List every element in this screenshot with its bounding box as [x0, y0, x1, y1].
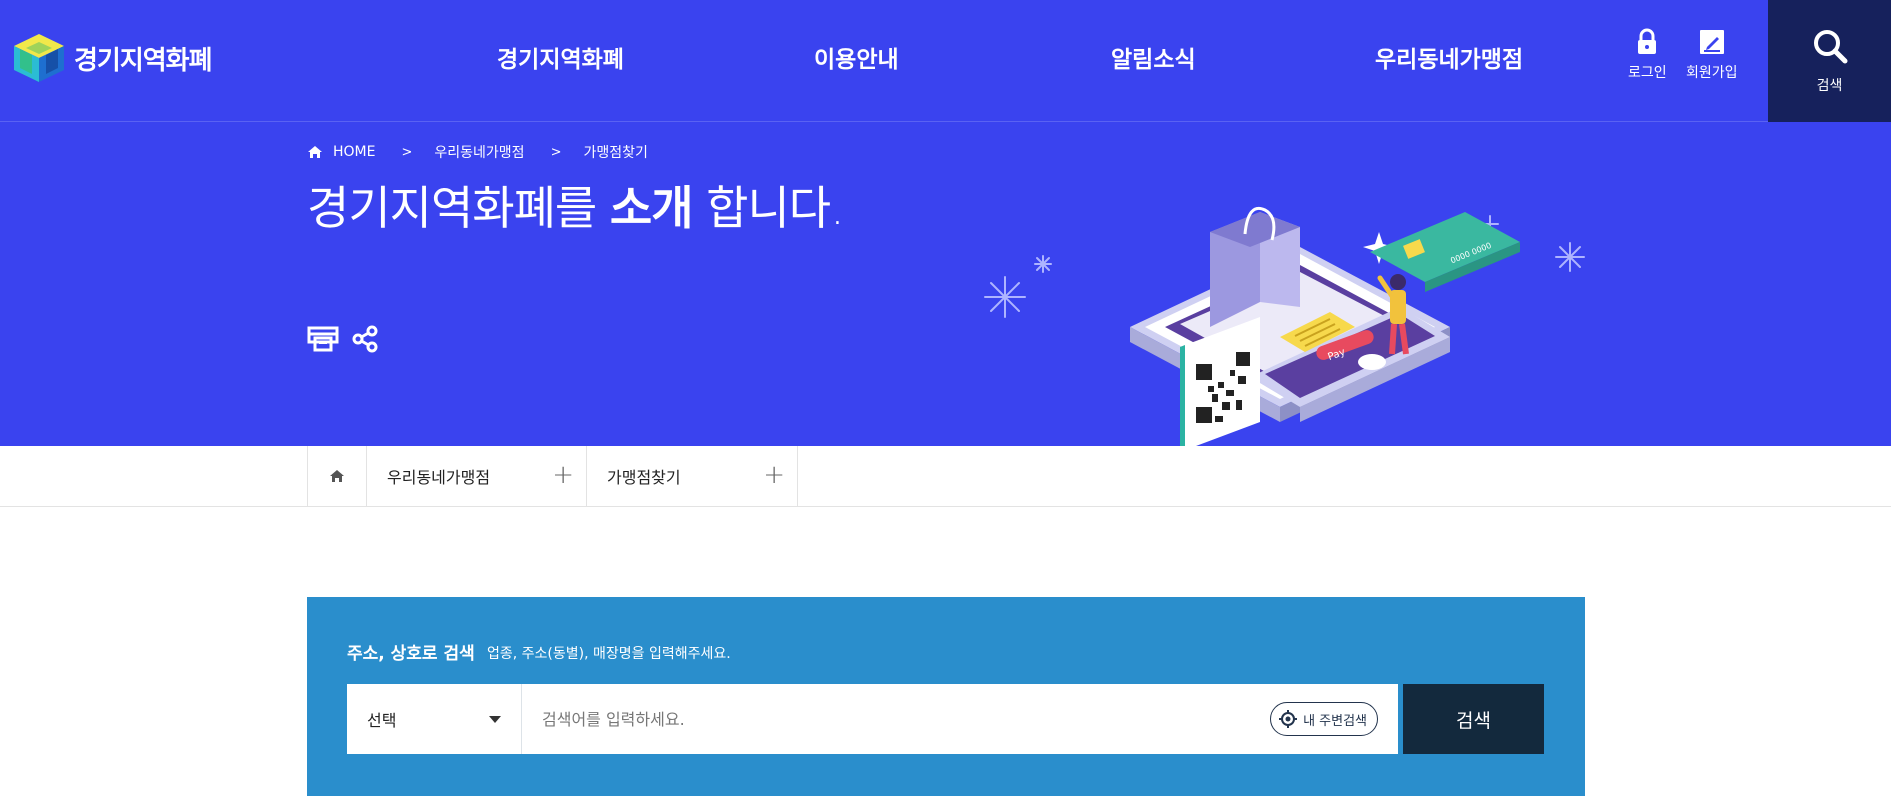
search-submit-button[interactable]: 검색	[1403, 684, 1544, 754]
page-title-bold: 소개	[609, 181, 694, 235]
search-icon	[1813, 30, 1847, 64]
subnav-home-button[interactable]	[307, 446, 367, 506]
lock-icon	[1638, 28, 1657, 54]
subnav-dropdown-page[interactable]: 가맹점찾기 +	[587, 446, 798, 506]
location-icon	[1279, 710, 1298, 728]
site-header: 경기지역화폐 경기지역화폐 이용안내 알림소식 우리동네가맹점 로그인 회원가입…	[0, 0, 1891, 122]
login-link[interactable]: 로그인	[1628, 28, 1667, 82]
nearby-search-label: 내 주변검색	[1303, 713, 1367, 729]
search-description: 업종, 주소(동별), 매장명을 입력해주세요.	[487, 646, 731, 662]
store-search-panel: 주소, 상호로 검색 업종, 주소(동별), 매장명을 입력해주세요. 선택 내…	[307, 597, 1585, 796]
share-button[interactable]	[351, 324, 379, 358]
gnb-item-guide[interactable]: 이용안내	[814, 40, 899, 74]
print-icon	[307, 326, 339, 352]
header-search-label: 검색	[1816, 78, 1843, 94]
gnb-item-currency[interactable]: 경기지역화폐	[497, 40, 624, 74]
search-input-container: 내 주변검색	[522, 684, 1398, 754]
gnb-item-stores[interactable]: 우리동네가맹점	[1375, 40, 1523, 74]
print-button[interactable]	[307, 324, 339, 358]
plus-icon: +	[763, 460, 785, 490]
breadcrumb: HOME > 우리동네가맹점 > 가맹점찾기	[307, 142, 648, 162]
home-icon	[330, 470, 344, 482]
subnav-dropdown-category[interactable]: 우리동네가맹점 +	[367, 446, 587, 506]
site-logo[interactable]: 경기지역화폐	[12, 32, 213, 84]
subnav-dropdown-label: 우리동네가맹점	[387, 468, 491, 487]
search-input[interactable]	[522, 684, 1222, 754]
logo-text: 경기지역화폐	[74, 45, 213, 76]
breadcrumb-level1[interactable]: 우리동네가맹점	[434, 142, 524, 162]
mobile-payment-illustration: Pay 0000 0000	[984, 207, 1585, 446]
search-select-value: 선택	[367, 711, 397, 730]
hero-banner: HOME > 우리동네가맹점 > 가맹점찾기 경기지역화폐를 소개 합니다. P…	[0, 122, 1891, 446]
plus-icon: +	[552, 460, 574, 490]
page-tools	[307, 324, 379, 358]
home-icon	[308, 146, 322, 158]
share-icon	[352, 325, 378, 353]
search-category-select[interactable]: 선택	[347, 684, 522, 754]
gnb-item-news[interactable]: 알림소식	[1111, 40, 1196, 74]
join-label: 회원가입	[1686, 65, 1738, 81]
breadcrumb-level2[interactable]: 가맹점찾기	[583, 142, 647, 162]
chevron-right-icon: >	[550, 144, 562, 160]
header-search-button[interactable]: 검색	[1768, 0, 1891, 122]
page-title: 경기지역화폐를 소개 합니다.	[307, 172, 845, 238]
join-link[interactable]: 회원가입	[1686, 28, 1738, 82]
nearby-search-button[interactable]: 내 주변검색	[1270, 702, 1378, 736]
pen-icon	[1699, 30, 1724, 54]
page-title-suffix: 합니다.	[692, 181, 845, 235]
subnav-dropdown-label: 가맹점찾기	[607, 468, 681, 487]
page-title-prefix: 경기지역화폐를	[307, 181, 610, 235]
chevron-right-icon: >	[401, 144, 413, 160]
sub-navigation: 우리동네가맹점 + 가맹점찾기 +	[0, 446, 1891, 507]
breadcrumb-home[interactable]: HOME	[333, 144, 375, 160]
search-heading: 주소, 상호로 검색	[347, 644, 475, 664]
login-label: 로그인	[1628, 65, 1667, 81]
caret-down-icon	[489, 716, 501, 723]
logo-mark-icon	[14, 34, 64, 82]
